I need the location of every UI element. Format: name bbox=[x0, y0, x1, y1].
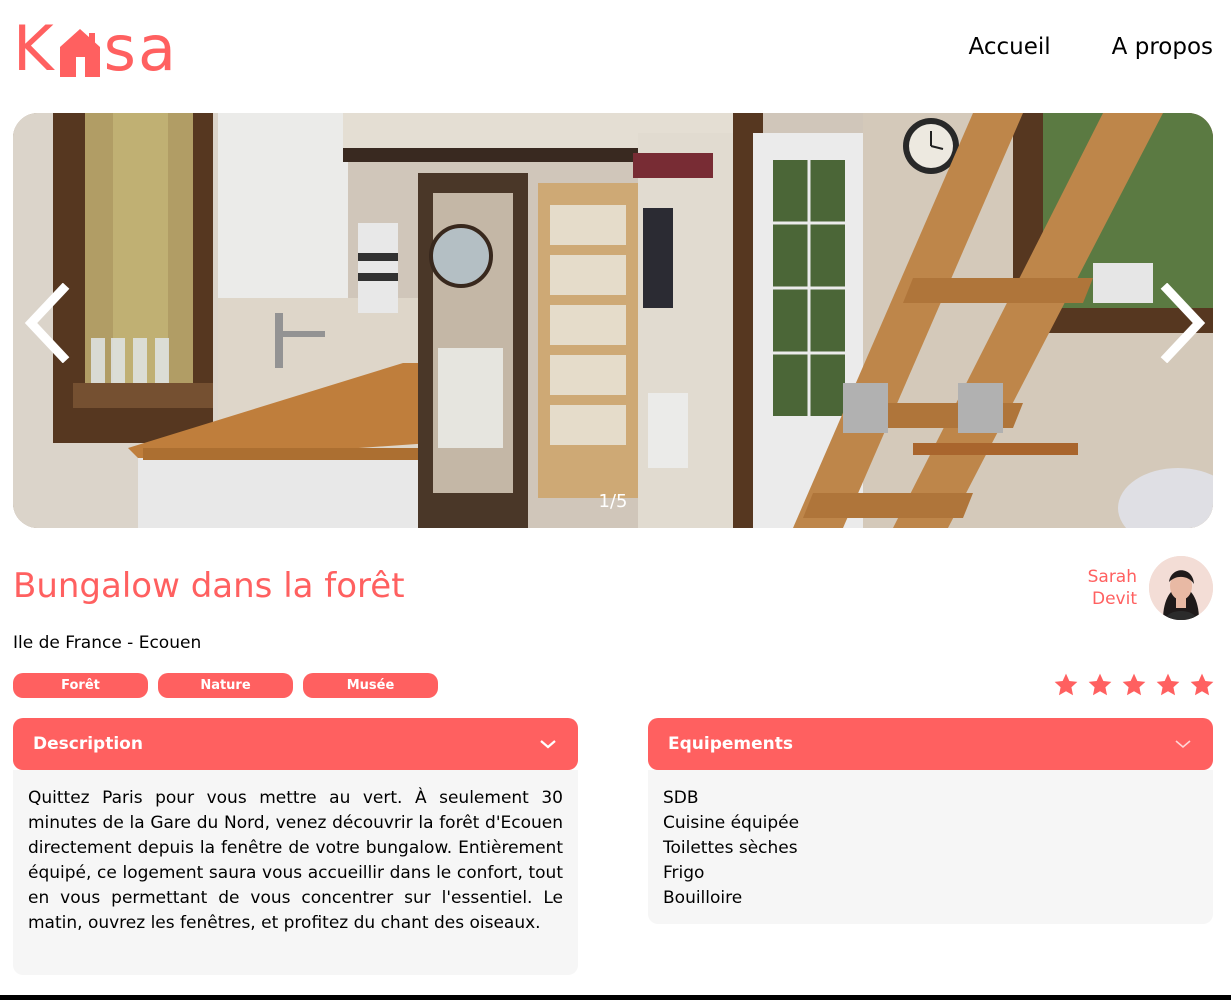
logo-letter-k: K bbox=[13, 12, 56, 85]
chevron-left-icon bbox=[24, 282, 70, 364]
star-icon bbox=[1054, 673, 1078, 696]
bottom-edge bbox=[0, 995, 1231, 1000]
star-icon bbox=[1122, 673, 1146, 696]
tag: Musée bbox=[303, 673, 438, 698]
nav-link-a-propos[interactable]: A propos bbox=[1112, 34, 1213, 60]
header: K sa Accueil A propos bbox=[13, 14, 1213, 84]
description-heading: Description bbox=[33, 734, 143, 754]
description-body: Quittez Paris pour vous mettre au vert. … bbox=[13, 770, 578, 975]
list-item: Toilettes sèches bbox=[663, 838, 798, 858]
equipments-body: SDB Cuisine équipée Toilettes sèches Fri… bbox=[648, 770, 1213, 924]
chevron-right-icon bbox=[1160, 282, 1206, 364]
rating-stars bbox=[1053, 672, 1215, 698]
host-avatar bbox=[1149, 556, 1213, 620]
host-name: Sarah Devit bbox=[1088, 566, 1137, 610]
equipments-toggle[interactable]: Equipements bbox=[648, 718, 1213, 770]
description-toggle[interactable]: Description bbox=[13, 718, 578, 770]
star-icon bbox=[1088, 673, 1112, 696]
tag: Forêt bbox=[13, 673, 148, 698]
list-item: Frigo bbox=[663, 863, 705, 883]
carousel-next-button[interactable] bbox=[1153, 282, 1209, 364]
logo[interactable]: K sa bbox=[13, 14, 178, 84]
list-item: Bouilloire bbox=[663, 888, 743, 908]
description-text: Quittez Paris pour vous mettre au vert. … bbox=[28, 788, 563, 933]
carousel-counter: 1/5 bbox=[598, 491, 628, 512]
logo-letters-sa: sa bbox=[103, 12, 178, 85]
list-item: Cuisine équipée bbox=[663, 813, 800, 833]
star-icon bbox=[1156, 673, 1180, 696]
house-icon bbox=[59, 29, 100, 77]
chevron-down-icon bbox=[540, 740, 556, 749]
equipments-collapse: Equipements SDB Cuisine équipée Toilette… bbox=[648, 718, 1213, 924]
photo-carousel: 1/5 bbox=[13, 113, 1213, 528]
listing-photo bbox=[13, 113, 1213, 528]
carousel-prev-button[interactable] bbox=[21, 282, 77, 364]
description-collapse: Description Quittez Paris pour vous mett… bbox=[13, 718, 578, 975]
tag: Nature bbox=[158, 673, 293, 698]
listing-location: Ile de France - Ecouen bbox=[13, 633, 202, 653]
equipments-heading: Equipements bbox=[668, 734, 794, 754]
main-nav: Accueil A propos bbox=[969, 34, 1213, 60]
nav-link-accueil[interactable]: Accueil bbox=[969, 34, 1051, 60]
star-icon bbox=[1190, 673, 1214, 696]
list-item: SDB bbox=[663, 788, 699, 808]
host-last-name: Devit bbox=[1092, 589, 1137, 609]
host-first-name: Sarah bbox=[1087, 567, 1137, 587]
host-info: Sarah Devit bbox=[1088, 556, 1213, 620]
tag-list: Forêt Nature Musée bbox=[13, 673, 438, 698]
avatar-image bbox=[1149, 556, 1213, 620]
listing-title: Bungalow dans la forêt bbox=[13, 566, 405, 606]
chevron-down-icon bbox=[1175, 740, 1191, 749]
